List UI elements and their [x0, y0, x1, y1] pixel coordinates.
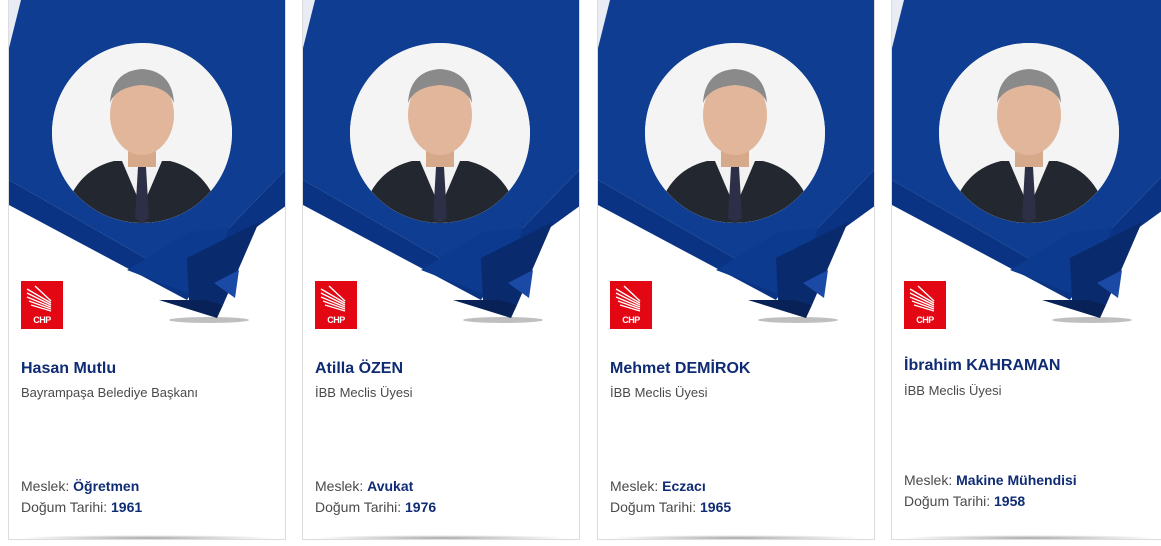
chp-logo-text: CHP	[916, 315, 934, 325]
member-title: İBB Meclis Üyesi	[610, 385, 708, 400]
chp-logo-text: CHP	[33, 315, 51, 325]
birth-date-label: Doğum Tarihi:	[610, 499, 697, 515]
portrait-photo-icon	[350, 43, 530, 223]
member-name[interactable]: Mehmet DEMİROK	[610, 360, 750, 378]
chp-logo: CHP	[315, 281, 357, 329]
profession-label: Meslek:	[315, 478, 364, 494]
profession-label: Meslek:	[21, 478, 70, 494]
birth-date-label: Doğum Tarihi:	[904, 493, 991, 509]
member-name[interactable]: Atilla ÖZEN	[315, 360, 403, 378]
card-shadow	[608, 535, 864, 539]
chp-logo-text: CHP	[622, 315, 640, 325]
birth-row: Doğum Tarihi: 1965	[610, 497, 731, 518]
chp-six-arrows-icon	[320, 285, 346, 312]
profession-row: Meslek: Öğretmen	[21, 476, 142, 497]
member-name[interactable]: Hasan Mutlu	[21, 360, 116, 378]
profession-row: Meslek: Eczacı	[610, 476, 731, 497]
profession-value: Makine Mühendisi	[956, 472, 1077, 488]
birth-year-value: 1961	[111, 499, 143, 515]
member-info: Meslek: Avukat Doğum Tarihi: 1976	[315, 476, 436, 518]
member-title: İBB Meclis Üyesi	[904, 383, 1002, 398]
member-card-1[interactable]: CHP Hasan Mutlu Bayrampaşa Belediye Başk…	[8, 0, 286, 540]
member-name[interactable]: İbrahim KAHRAMAN	[904, 357, 1060, 375]
card-shadow	[313, 535, 569, 539]
profession-value: Öğretmen	[73, 478, 140, 494]
chp-six-arrows-icon	[615, 285, 641, 312]
chp-logo: CHP	[904, 281, 946, 329]
birth-date-label: Doğum Tarihi:	[21, 499, 108, 515]
member-photo	[350, 43, 530, 223]
member-photo	[52, 43, 232, 223]
profession-value: Avukat	[367, 478, 414, 494]
chp-logo: CHP	[21, 281, 63, 329]
member-card-3[interactable]: CHP Mehmet DEMİROK İBB Meclis Üyesi Mesl…	[597, 0, 875, 540]
birth-row: Doğum Tarihi: 1976	[315, 497, 436, 518]
member-info: Meslek: Öğretmen Doğum Tarihi: 1961	[21, 476, 142, 518]
profession-value: Eczacı	[662, 478, 706, 494]
birth-row: Doğum Tarihi: 1958	[904, 491, 1077, 512]
birth-row: Doğum Tarihi: 1961	[21, 497, 142, 518]
member-card-2[interactable]: CHP Atilla ÖZEN İBB Meclis Üyesi Meslek:…	[302, 0, 580, 540]
member-photo	[939, 43, 1119, 223]
member-title: Bayrampaşa Belediye Başkanı	[21, 385, 199, 400]
member-card-4[interactable]: CHP İbrahim KAHRAMAN İBB Meclis Üyesi Me…	[891, 0, 1161, 540]
profession-label: Meslek:	[610, 478, 659, 494]
chp-six-arrows-icon	[909, 285, 935, 312]
chp-logo: CHP	[610, 281, 652, 329]
profession-row: Meslek: Makine Mühendisi	[904, 470, 1077, 491]
member-info: Meslek: Eczacı Doğum Tarihi: 1965	[610, 476, 731, 518]
portrait-photo-icon	[939, 43, 1119, 223]
portrait-photo-icon	[52, 43, 232, 223]
chp-six-arrows-icon	[26, 285, 52, 312]
member-photo	[645, 43, 825, 223]
portrait-photo-icon	[645, 43, 825, 223]
birth-year-value: 1976	[405, 499, 437, 515]
member-title: İBB Meclis Üyesi	[315, 385, 413, 400]
profession-row: Meslek: Avukat	[315, 476, 436, 497]
card-shadow	[19, 535, 275, 539]
birth-date-label: Doğum Tarihi:	[315, 499, 402, 515]
member-info: Meslek: Makine Mühendisi Doğum Tarihi: 1…	[904, 470, 1077, 512]
profession-label: Meslek:	[904, 472, 953, 488]
birth-year-value: 1958	[994, 493, 1026, 509]
chp-logo-text: CHP	[327, 315, 345, 325]
card-shadow	[902, 535, 1158, 539]
birth-year-value: 1965	[700, 499, 732, 515]
